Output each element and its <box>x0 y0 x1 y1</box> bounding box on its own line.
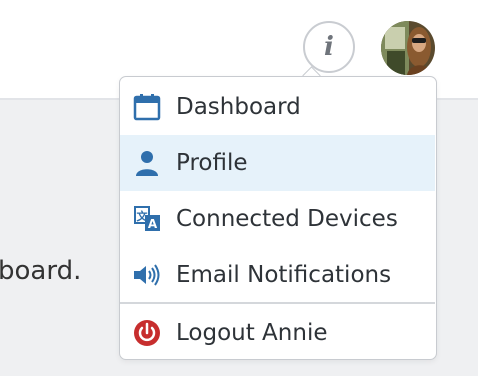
translate-icon: 文 A <box>132 204 162 234</box>
menu-item-connected-devices[interactable]: 文 A Connected Devices <box>120 191 435 247</box>
menu-item-logout[interactable]: Logout Annie <box>120 305 435 361</box>
avatar[interactable] <box>381 21 435 75</box>
menu-item-label: Logout Annie <box>176 320 328 346</box>
avatar-photo-icon <box>381 21 435 75</box>
info-icon: i <box>324 32 334 62</box>
menu-item-label: Dashboard <box>176 94 301 120</box>
page: i board. Dashboard Profile 文 A Connected… <box>0 0 478 376</box>
menu-item-email-notifications[interactable]: Email Notifications <box>120 247 435 303</box>
menu-item-label: Connected Devices <box>176 206 398 232</box>
calendar-icon <box>132 92 162 122</box>
body-text: board. <box>0 256 82 286</box>
menu-divider <box>120 302 435 304</box>
power-icon <box>132 318 162 348</box>
menu-item-label: Profile <box>176 150 248 176</box>
menu-item-profile[interactable]: Profile <box>120 135 435 191</box>
speaker-icon <box>132 260 162 290</box>
user-dropdown-menu: Dashboard Profile 文 A Connected Devices … <box>119 76 437 360</box>
menu-item-label: Email Notifications <box>176 262 392 288</box>
menu-item-dashboard[interactable]: Dashboard <box>120 79 435 135</box>
svg-text:A: A <box>148 217 158 231</box>
user-icon <box>132 148 162 178</box>
